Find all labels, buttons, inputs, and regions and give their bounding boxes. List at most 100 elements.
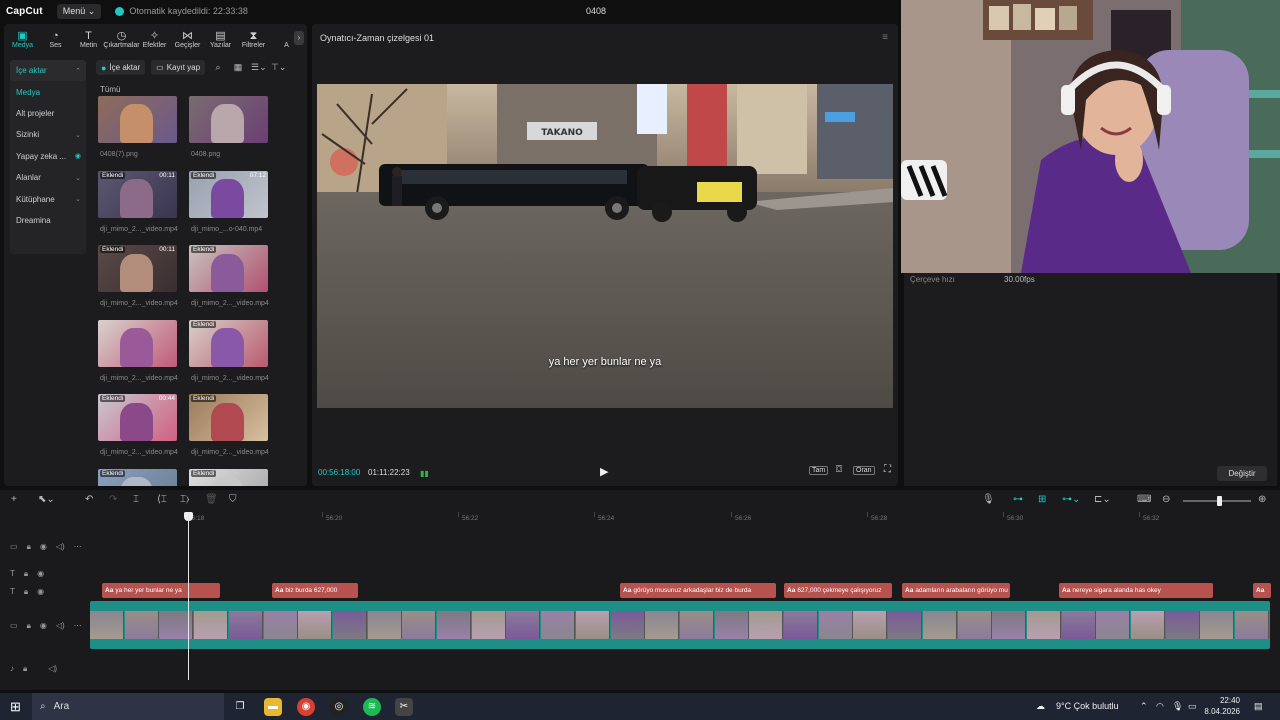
obs-icon[interactable]: ◎ — [330, 698, 348, 716]
media-thumbnail[interactable]: Eklendi — [189, 319, 268, 367]
microphone-icon[interactable]: 🎙 — [1172, 701, 1183, 712]
media-thumbnail[interactable] — [98, 319, 177, 367]
tab-sticker[interactable]: ◷ Çıkartmalar — [103, 25, 139, 51]
media-item[interactable]: Eklendi — [185, 468, 275, 486]
zoom-in-icon[interactable]: ⊕ — [1258, 494, 1266, 505]
main-video-clip[interactable] — [90, 601, 1270, 649]
media-thumbnail[interactable]: Eklendi — [189, 468, 268, 486]
lock-icon[interactable]: 🔒︎ — [24, 569, 28, 579]
tab-media[interactable]: ▣ Medya — [6, 25, 39, 51]
tab-captions[interactable]: ▤ Yazılar — [204, 25, 237, 51]
spotify-icon[interactable]: ≋ — [363, 698, 381, 716]
menu-button[interactable]: Menü ⌄ — [56, 3, 102, 19]
lock-icon[interactable]: 🔒︎ — [24, 587, 28, 597]
speaker-icon[interactable]: ◁) — [56, 621, 65, 631]
media-item[interactable]: Eklendi — [94, 468, 184, 486]
subtitle-clip[interactable]: Aa ya her yer bunlar ne ya — [102, 583, 220, 598]
sidenav-item[interactable]: Alt projeler — [10, 103, 86, 124]
snap-icon[interactable]: ⊞ — [1038, 494, 1046, 505]
trim-left-icon[interactable]: ⟨⌶ — [157, 494, 167, 505]
record-button[interactable]: ▭ Kayıt yap — [151, 60, 206, 75]
lock-icon[interactable]: 🔒︎ — [23, 664, 27, 674]
import-button[interactable]: ● İçe aktar — [96, 60, 146, 75]
media-thumbnail[interactable]: Eklendi 00:11 — [98, 170, 177, 218]
subtitle-clip[interactable]: Aa 627,000 çekmeye çalışıyoruz — [784, 583, 892, 598]
tab-audio[interactable]: ◔ Ses — [39, 25, 72, 51]
fullscreen-icon[interactable]: ⛶ — [882, 464, 893, 475]
video-preview[interactable]: TAKANO ya her yer bunlar ne ya — [317, 84, 893, 408]
undo-icon[interactable]: ↶ — [85, 494, 93, 505]
microphone-icon[interactable]: 🎙 — [982, 494, 995, 505]
media-thumbnail[interactable]: Eklendi — [98, 468, 177, 486]
more-icon[interactable]: ⋯ — [74, 542, 82, 552]
clock[interactable]: 22:40 8.04.2026 — [1200, 695, 1240, 717]
eye-icon[interactable]: ◉ — [40, 542, 47, 552]
media-item[interactable]: 0408.png — [185, 96, 275, 171]
media-item[interactable]: dji_mimo_2..._video.mp4 — [94, 319, 184, 395]
subtitle-clip[interactable]: Aa görüyo musunuz arkadaşlar biz de burda — [620, 583, 776, 598]
eye-icon[interactable]: ◉ — [37, 569, 44, 579]
split-icon[interactable]: ⌶ — [133, 494, 139, 505]
lock-icon[interactable]: 🔒︎ — [27, 621, 31, 631]
media-thumbnail[interactable]: Eklendi 07:12 — [189, 170, 268, 218]
media-item[interactable]: Eklendi dji_mimo_2..._video.mp4 — [185, 245, 275, 320]
time-ruler[interactable]: 56:18 56:20 56:22 56:24 56:26 56:28 56:30 56:32 — [90, 512, 1280, 526]
tab-effects[interactable]: ✧ Efektler — [138, 25, 171, 51]
filter-icon[interactable]: ⊤⌄ — [271, 62, 286, 73]
playhead[interactable] — [188, 514, 189, 680]
tab-filters[interactable]: ⧗ Filtreler — [237, 25, 270, 51]
media-item[interactable]: 0408(7).png — [94, 96, 184, 171]
subtitle-clip[interactable]: Aa biz burda 627,000 — [272, 583, 358, 598]
media-item[interactable]: Eklendi dji_mimo_2..._video.mp4 — [185, 319, 275, 395]
play-icon[interactable]: ▶ — [600, 465, 608, 478]
sidenav-item[interactable]: Sizinki ⌄ — [10, 124, 86, 145]
full-quality-button[interactable]: Tam — [809, 466, 829, 475]
sort-icon[interactable]: ☰⌄ — [251, 62, 267, 73]
media-thumbnail[interactable]: Eklendi — [189, 394, 268, 442]
tab-text[interactable]: T Metin — [72, 25, 105, 51]
redo-icon[interactable]: ↷ — [109, 494, 117, 505]
chrome-icon[interactable]: ◉ — [297, 698, 315, 716]
grid-view-icon[interactable]: ▦ — [231, 62, 245, 73]
taskbar-search[interactable]: ⌕ Ara — [32, 693, 224, 720]
network-icon[interactable]: ▭ — [1188, 701, 1197, 712]
speaker-icon[interactable]: ◁) — [56, 542, 65, 552]
media-item[interactable]: Eklendi 07:12 dji_mimo_...o-040.mp4 — [185, 170, 275, 246]
caption-icon[interactable]: ⌨ — [1137, 494, 1151, 505]
shield-icon[interactable]: ⛉ — [229, 494, 237, 505]
task-view-icon[interactable]: ❐ — [231, 698, 249, 716]
change-button[interactable]: Değiştir — [1217, 466, 1267, 481]
windows-start-icon[interactable]: ⊞ — [10, 699, 21, 715]
link-audio-icon[interactable]: ⊶⌄ — [1062, 494, 1080, 505]
preview-axis-icon[interactable]: ⊏⌄ — [1094, 494, 1111, 505]
media-thumbnail[interactable]: Eklendi — [189, 245, 268, 293]
subtitle-clip[interactable]: Aa nereye sigara alanda has okey — [1059, 583, 1213, 598]
sidenav-item[interactable]: Alanlar ⌄ — [10, 167, 86, 188]
subtitle-clip[interactable]: Aa adamların arabaların görüyo mu — [902, 583, 1010, 598]
weather-text[interactable]: 9°C Çok bulutlu — [1056, 701, 1119, 711]
speaker-icon[interactable]: ◁) — [48, 664, 57, 674]
media-thumbnail[interactable] — [98, 96, 177, 143]
lock-icon[interactable]: 🔒︎ — [27, 542, 31, 552]
file-explorer-icon[interactable]: ▬ — [264, 698, 282, 716]
subtitle-clip[interactable]: Aa — [1253, 583, 1271, 598]
ratio-button[interactable]: Oran — [853, 466, 875, 475]
link-main-icon[interactable]: ⊶ — [1013, 494, 1023, 505]
media-thumbnail[interactable] — [189, 96, 268, 143]
tab-transitions[interactable]: ⋈ Geçişler — [171, 25, 204, 51]
zoom-slider-thumb[interactable] — [1217, 496, 1222, 506]
media-item[interactable]: Eklendi 00:44 dji_mimo_2..._video.mp4 — [94, 394, 184, 469]
sidenav-item[interactable]: Yapay zeka ... ◉ — [10, 146, 86, 167]
delete-icon[interactable]: 🗑 — [205, 494, 218, 505]
wifi-icon[interactable]: ◠ — [1156, 701, 1164, 712]
select-tool-icon[interactable]: ⬉⌄ — [38, 494, 55, 505]
sidenav-item[interactable]: Kütüphane ⌄ — [10, 188, 86, 209]
sidenav-item[interactable]: Medya — [10, 81, 86, 102]
media-item[interactable]: Eklendi 00:11 dji_mimo_2..._video.mp4 — [94, 245, 184, 320]
screenshot-icon[interactable]: ⌼ — [834, 464, 844, 475]
chevron-right-icon[interactable]: › — [294, 31, 304, 45]
notification-icon[interactable]: ▤ — [1254, 701, 1263, 712]
eye-icon[interactable]: ◉ — [37, 587, 44, 597]
trim-right-icon[interactable]: ⌶⟩ — [180, 494, 189, 505]
weather-icon[interactable]: ☁ — [1036, 701, 1045, 712]
